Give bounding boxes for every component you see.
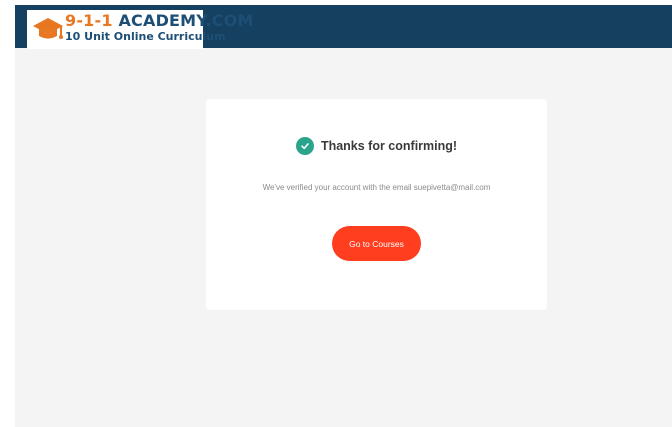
check-circle-icon (295, 137, 314, 155)
logo-text: 9-1-1 ACADEMY.COM 10 Unit Online Curricu… (65, 13, 254, 43)
page-frame: 9-1-1 ACADEMY.COM 10 Unit Online Curricu… (15, 5, 672, 427)
top-navigation-bar: 9-1-1 ACADEMY.COM 10 Unit Online Curricu… (15, 5, 672, 49)
logo-subtitle: 10 Unit Online Curriculum (65, 30, 226, 43)
go-to-courses-button[interactable]: Go to Courses (332, 226, 421, 261)
logo-title: 9-1-1 ACADEMY.COM (65, 13, 254, 29)
graduation-cap-icon (33, 18, 63, 39)
confirmation-title: Thanks for confirming! (320, 139, 458, 153)
confirmation-card: Thanks for confirming! We've verified yo… (206, 99, 547, 310)
logo-title-number: 9-1-1 (65, 11, 113, 30)
site-logo[interactable]: 9-1-1 ACADEMY.COM 10 Unit Online Curricu… (27, 10, 253, 49)
logo-title-rest: ACADEMY.COM (112, 11, 254, 30)
confirmation-heading: Thanks for confirming! (206, 137, 547, 155)
verification-message: We've verified your account with the ema… (262, 183, 491, 192)
